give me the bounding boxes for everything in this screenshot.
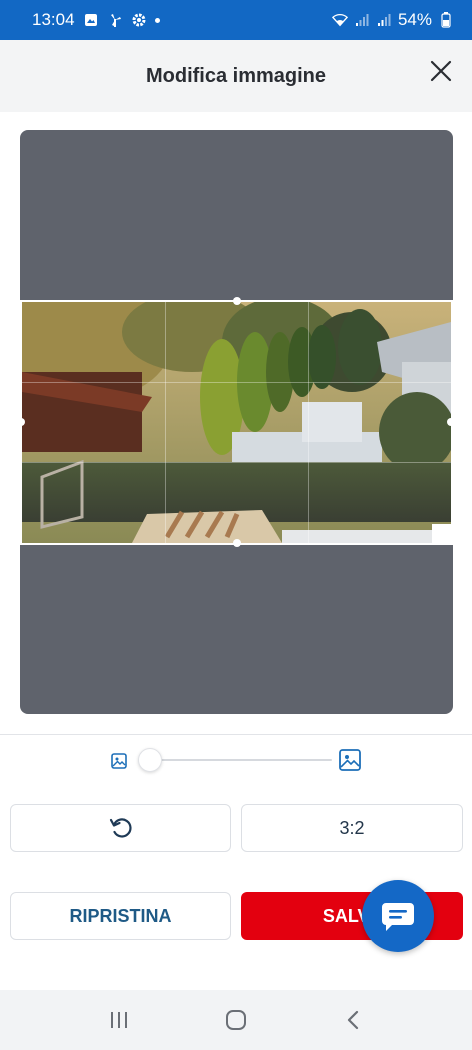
grid-line: [22, 382, 451, 383]
settings-icon: [131, 12, 147, 28]
header: Modifica immagine: [0, 40, 472, 112]
grid-line: [308, 302, 309, 543]
image-small-icon: [111, 753, 127, 769]
divider: [0, 734, 472, 735]
wifi-icon: [331, 12, 348, 28]
status-time: 13:04: [32, 10, 75, 29]
photo-image: [22, 302, 451, 543]
battery-percent: 54%: [397, 10, 432, 29]
gallery-icon: [83, 12, 99, 28]
aspect-ratio-button[interactable]: 3:2: [241, 804, 463, 852]
image-large-icon: [339, 749, 361, 771]
photo-crop-frame[interactable]: [20, 297, 453, 547]
aspect-ratio-label: 3:2: [339, 817, 365, 838]
crop-handle-top[interactable]: [233, 297, 241, 305]
system-nav-bar: [0, 990, 472, 1050]
grid-line: [165, 302, 166, 543]
battery-icon: [438, 12, 454, 28]
chat-button[interactable]: [362, 880, 434, 952]
grid-line: [22, 462, 451, 463]
reset-button[interactable]: RIPRISTINA: [10, 892, 231, 940]
close-button[interactable]: [426, 56, 456, 86]
rotate-button[interactable]: [10, 804, 231, 852]
zoom-slider-thumb[interactable]: [138, 748, 162, 772]
status-right: 54%: [331, 10, 454, 30]
home-button[interactable]: [216, 1000, 256, 1040]
signal-icon: [354, 12, 370, 28]
status-bar: 13:04 54%: [0, 0, 472, 40]
page-title: Modifica immagine: [145, 64, 327, 87]
chat-icon: [382, 903, 414, 931]
dot-icon: [154, 17, 160, 23]
crop-handle-right[interactable]: [447, 418, 453, 426]
crop-handle-bottom[interactable]: [233, 539, 241, 547]
zoom-slider[interactable]: [138, 748, 332, 772]
status-left: 13:04: [32, 10, 160, 30]
recents-button[interactable]: [99, 1000, 139, 1040]
home-icon: [225, 1010, 246, 1030]
fan-icon: [107, 12, 123, 28]
recents-icon: [110, 1012, 127, 1028]
reset-label: RIPRISTINA: [69, 905, 172, 926]
back-button[interactable]: [333, 1000, 373, 1040]
zoom-slider-row: [110, 746, 362, 774]
crop-area[interactable]: [20, 130, 453, 714]
signal-icon: [376, 12, 392, 28]
back-icon: [348, 1010, 359, 1030]
rotate-ccw-icon: [109, 818, 132, 838]
close-icon: [430, 60, 452, 82]
